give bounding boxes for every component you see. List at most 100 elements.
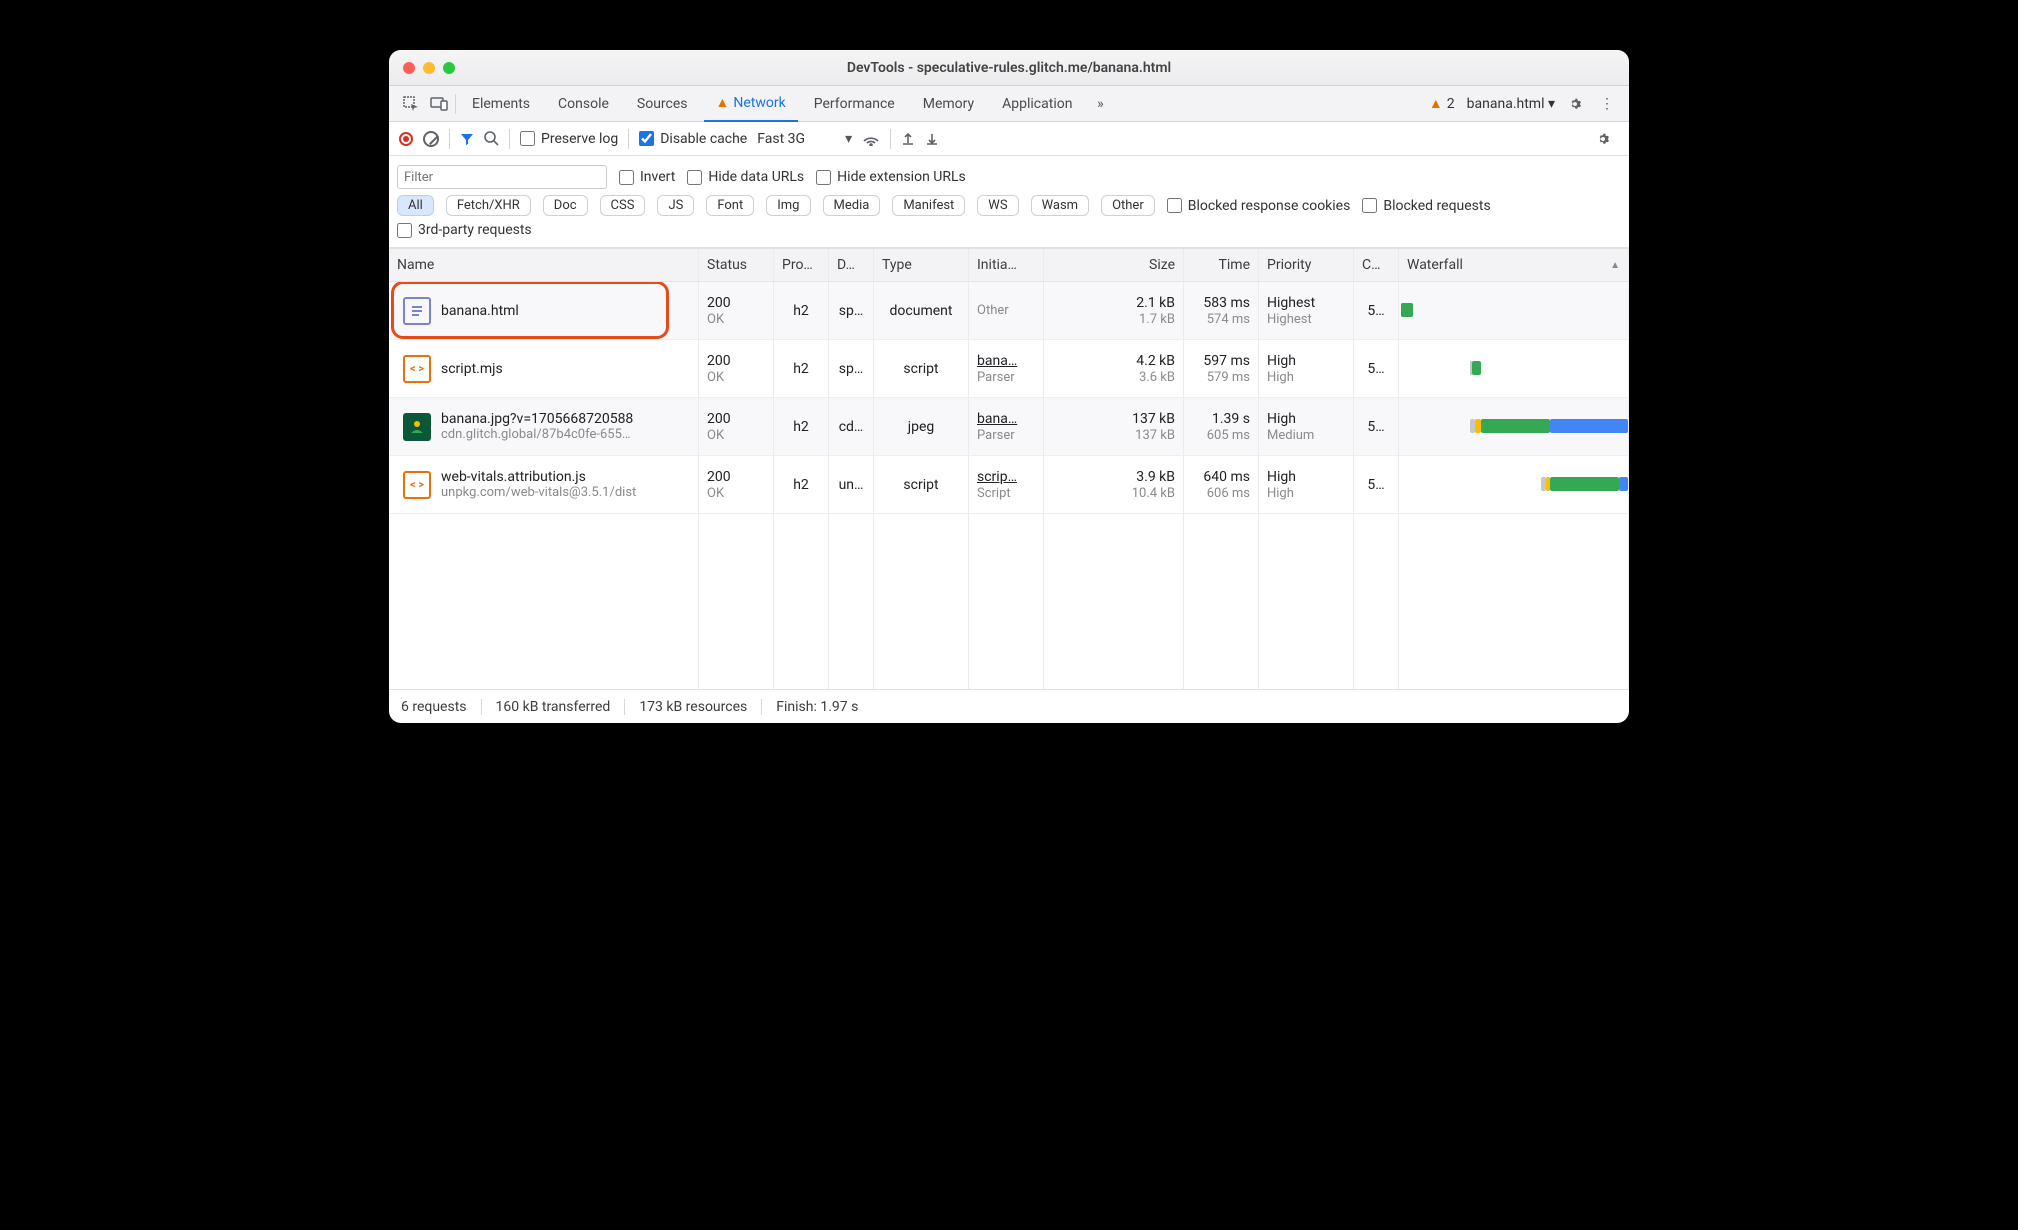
col-status[interactable]: Status: [699, 249, 774, 281]
search-icon[interactable]: [484, 131, 499, 146]
cell-protocol: h2: [774, 456, 829, 513]
filter-input[interactable]: [397, 165, 607, 189]
type-filter-pill[interactable]: Wasm: [1031, 195, 1090, 216]
col-connection[interactable]: C…: [1354, 249, 1399, 281]
blocked-cookies-checkbox[interactable]: Blocked response cookies: [1167, 198, 1351, 214]
disable-cache-checkbox[interactable]: Disable cache: [639, 131, 747, 147]
invert-checkbox[interactable]: Invert: [619, 169, 675, 185]
cell-type: script: [874, 456, 969, 513]
throttling-select[interactable]: Fast 3G▾: [757, 131, 852, 147]
cell-size: 4.2 kB3.6 kB: [1044, 340, 1184, 397]
cell-status: 200OK: [699, 398, 774, 455]
window-title: DevTools - speculative-rules.glitch.me/b…: [455, 60, 1563, 76]
upload-icon[interactable]: [901, 132, 915, 146]
status-requests: 6 requests: [401, 699, 482, 715]
warning-icon: ▲: [1429, 95, 1443, 112]
cell-initiator[interactable]: Other: [969, 282, 1044, 339]
request-row[interactable]: < > web-vitals.attribution.jsunpkg.com/w…: [389, 456, 1629, 514]
tab-console[interactable]: Console: [546, 86, 621, 122]
issues-badge[interactable]: ▲2: [1429, 95, 1455, 112]
hide-data-urls-checkbox[interactable]: Hide data URLs: [687, 169, 804, 185]
cell-type: script: [874, 340, 969, 397]
network-conditions-icon[interactable]: [862, 132, 880, 146]
tab-performance[interactable]: Performance: [802, 86, 907, 122]
cell-time: 1.39 s605 ms: [1184, 398, 1259, 455]
cell-protocol: h2: [774, 340, 829, 397]
type-filter-all[interactable]: All: [397, 195, 434, 216]
type-filter-pill[interactable]: WS: [977, 195, 1018, 216]
settings-icon[interactable]: [1567, 96, 1591, 112]
cell-time: 640 ms606 ms: [1184, 456, 1259, 513]
cell-initiator[interactable]: bana…Parser: [969, 398, 1044, 455]
cell-size: 137 kB137 kB: [1044, 398, 1184, 455]
type-filter-pill[interactable]: Media: [823, 195, 881, 216]
blocked-requests-checkbox[interactable]: Blocked requests: [1362, 198, 1490, 214]
tab-network[interactable]: ▲Network: [704, 86, 798, 122]
cell-name: < > web-vitals.attribution.jsunpkg.com/w…: [389, 456, 699, 513]
minimize-dot[interactable]: [423, 62, 435, 74]
hide-extension-urls-checkbox[interactable]: Hide extension URLs: [816, 169, 966, 185]
request-row[interactable]: banana.jpg?v=1705668720588cdn.glitch.glo…: [389, 398, 1629, 456]
status-finish: Finish: 1.97 s: [762, 699, 872, 715]
cell-time: 583 ms574 ms: [1184, 282, 1259, 339]
preserve-log-checkbox[interactable]: Preserve log: [520, 131, 618, 147]
devtools-window: DevTools - speculative-rules.glitch.me/b…: [389, 50, 1629, 723]
type-filter-pill[interactable]: Fetch/XHR: [446, 195, 531, 216]
record-button[interactable]: [399, 132, 413, 146]
inspect-icon[interactable]: [399, 96, 423, 112]
col-domain[interactable]: D…: [829, 249, 874, 281]
cell-protocol: h2: [774, 282, 829, 339]
filter-bar: Invert Hide data URLs Hide extension URL…: [389, 156, 1629, 248]
cell-domain: sp…: [829, 340, 874, 397]
tab-elements[interactable]: Elements: [460, 86, 542, 122]
cell-domain: un…: [829, 456, 874, 513]
type-filter-pill[interactable]: Doc: [543, 195, 588, 216]
col-waterfall[interactable]: Waterfall: [1399, 249, 1629, 281]
context-selector[interactable]: banana.html ▾: [1459, 96, 1563, 112]
request-row[interactable]: < > script.mjs 200OK h2 sp… script bana……: [389, 340, 1629, 398]
download-icon[interactable]: [925, 132, 939, 146]
cell-priority: HighHigh: [1259, 456, 1354, 513]
device-icon[interactable]: [427, 97, 451, 111]
col-type[interactable]: Type: [874, 249, 969, 281]
network-toolbar: Preserve log Disable cache Fast 3G▾: [389, 122, 1629, 156]
cell-connection: 5…: [1354, 456, 1399, 513]
clear-button[interactable]: [423, 131, 439, 147]
col-priority[interactable]: Priority: [1259, 249, 1354, 281]
type-filter-pill[interactable]: Manifest: [892, 195, 965, 216]
type-filter-pill[interactable]: Img: [766, 195, 810, 216]
traffic-lights: [403, 62, 455, 74]
cell-waterfall: [1399, 340, 1629, 397]
tab-memory[interactable]: Memory: [911, 86, 986, 122]
cell-name: banana.html: [389, 282, 699, 339]
more-tabs-icon[interactable]: »: [1088, 96, 1112, 112]
filter-icon[interactable]: [460, 132, 474, 146]
cell-priority: HighHigh: [1259, 340, 1354, 397]
cell-domain: cd…: [829, 398, 874, 455]
type-filter-pill[interactable]: Other: [1101, 195, 1155, 216]
col-initiator[interactable]: Initia…: [969, 249, 1044, 281]
kebab-icon[interactable]: ⋮: [1595, 96, 1619, 112]
col-protocol[interactable]: Pro…: [774, 249, 829, 281]
tab-sources[interactable]: Sources: [625, 86, 700, 122]
panel-settings-icon[interactable]: [1595, 131, 1619, 147]
type-filter-pill[interactable]: CSS: [600, 195, 646, 216]
warning-icon: ▲: [716, 94, 730, 111]
col-time[interactable]: Time: [1184, 249, 1259, 281]
cell-protocol: h2: [774, 398, 829, 455]
request-row[interactable]: banana.html 200OK h2 sp… document Other …: [389, 282, 1629, 340]
type-filter-pill[interactable]: Font: [706, 195, 754, 216]
cell-domain: sp…: [829, 282, 874, 339]
status-bar: 6 requests 160 kB transferred 173 kB res…: [389, 689, 1629, 723]
type-filter-pill[interactable]: JS: [657, 195, 694, 216]
tab-application[interactable]: Application: [990, 86, 1084, 122]
col-size[interactable]: Size: [1044, 249, 1184, 281]
cell-connection: 5…: [1354, 282, 1399, 339]
third-party-checkbox[interactable]: 3rd-party requests: [397, 222, 532, 238]
cell-initiator[interactable]: scrip…Script: [969, 456, 1044, 513]
close-dot[interactable]: [403, 62, 415, 74]
col-name[interactable]: Name: [389, 249, 699, 281]
cell-initiator[interactable]: bana…Parser: [969, 340, 1044, 397]
zoom-dot[interactable]: [443, 62, 455, 74]
cell-type: document: [874, 282, 969, 339]
